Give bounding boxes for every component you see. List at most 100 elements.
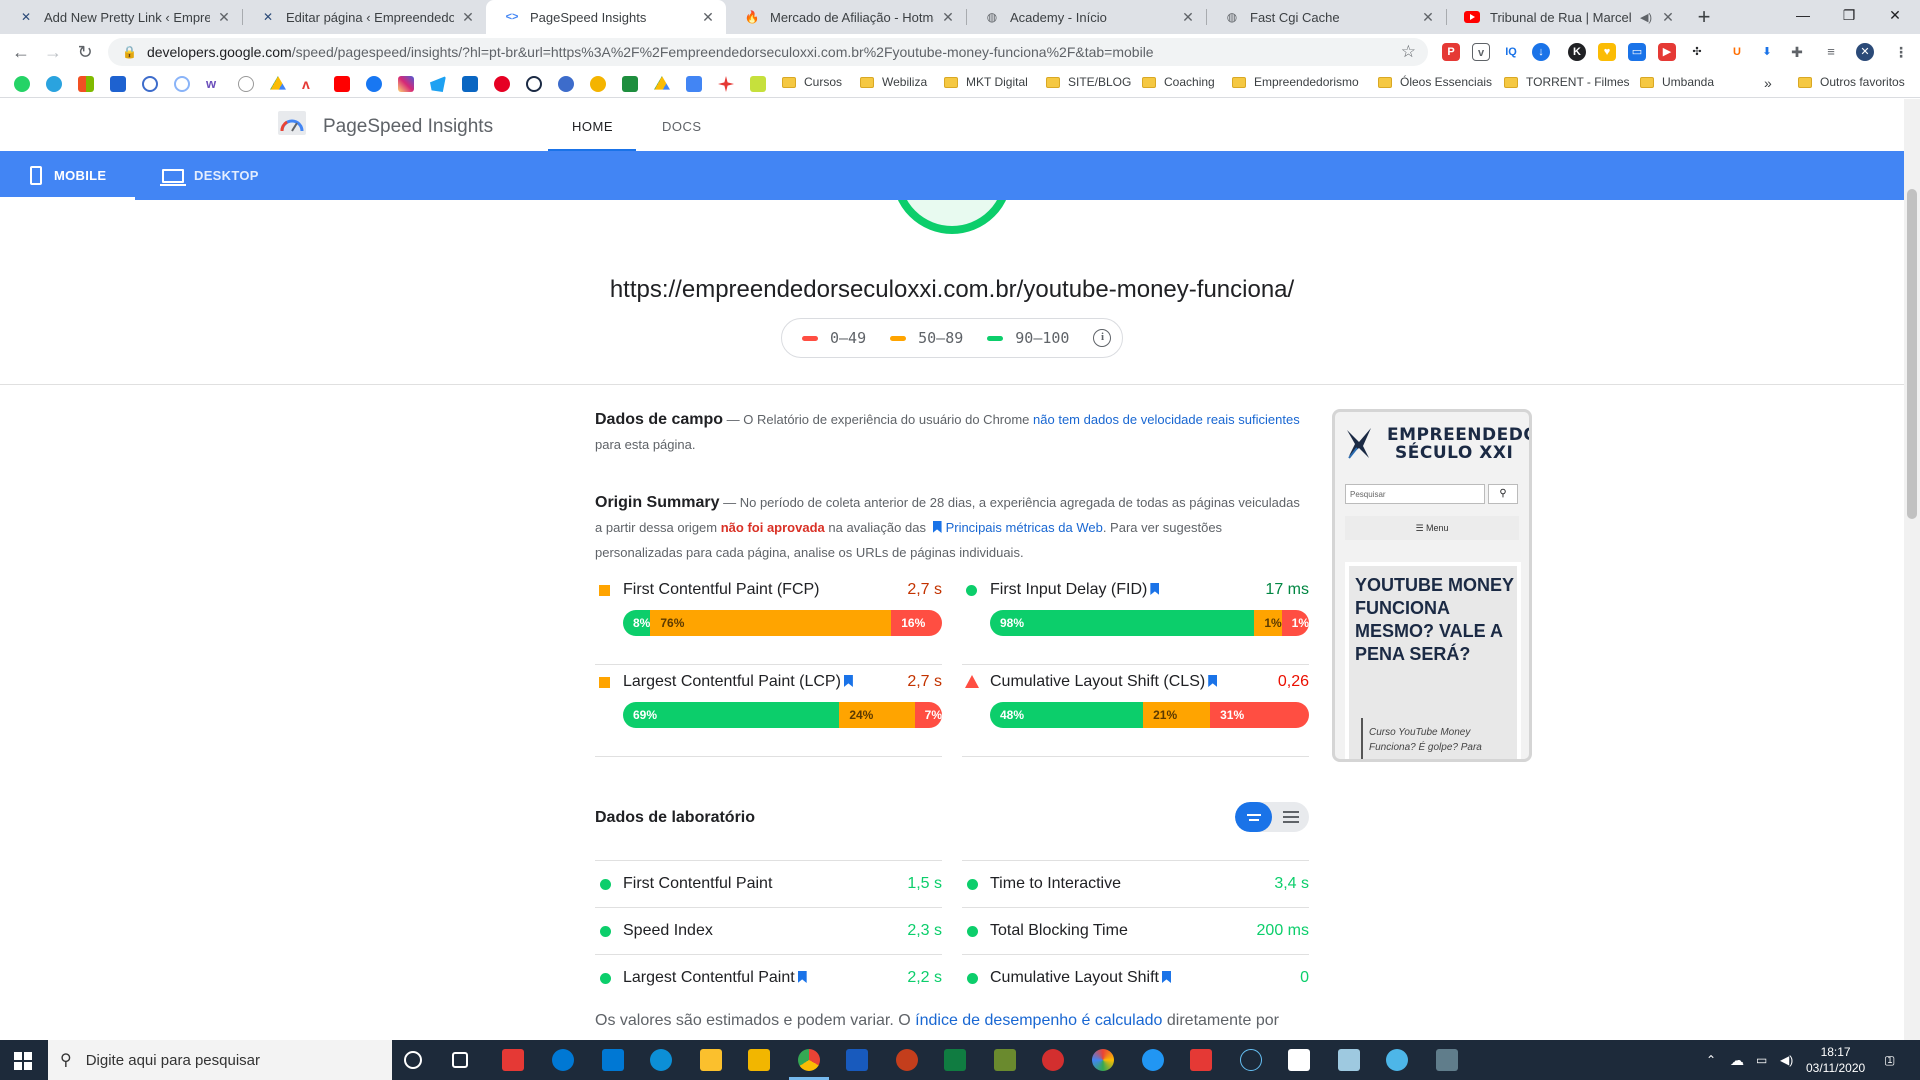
file-explorer-icon[interactable]: [748, 1049, 770, 1071]
nav-home[interactable]: HOME: [572, 119, 613, 134]
pocket-icon[interactable]: v: [1472, 43, 1490, 61]
bookmark-icon[interactable]: [558, 76, 574, 92]
youtube-icon[interactable]: [334, 76, 350, 92]
linkedin-icon[interactable]: [462, 76, 478, 92]
app-icon[interactable]: [1142, 1049, 1164, 1071]
mute-tab-icon[interactable]: ◀): [1638, 11, 1654, 24]
bookmark-folder[interactable]: MKT Digital: [944, 75, 1028, 89]
google-drive-icon[interactable]: [654, 76, 670, 90]
scrollbar-thumb[interactable]: [1907, 189, 1917, 519]
bookmark-icon[interactable]: [718, 76, 734, 92]
microsoft-icon[interactable]: [78, 76, 94, 92]
expanded-view-icon[interactable]: [1272, 802, 1309, 832]
reload-button[interactable]: ↻: [72, 40, 98, 64]
notification-icon[interactable]: ▢ 1: [1884, 1040, 1895, 1080]
browser-tab[interactable]: Tribunal de Rua | Marcelo Fal ◀) ✕: [1446, 0, 1686, 34]
app-icon[interactable]: [994, 1049, 1016, 1071]
task-view-icon[interactable]: [452, 1052, 468, 1068]
twitter-icon[interactable]: [430, 76, 446, 92]
profile-avatar[interactable]: ✕: [1856, 43, 1874, 61]
instagram-icon[interactable]: [398, 76, 414, 92]
bookmark-folder[interactable]: Coaching: [1142, 75, 1215, 89]
bookmark-folder[interactable]: Umbanda: [1640, 75, 1714, 89]
extension-icon[interactable]: U: [1728, 43, 1746, 61]
extension-icon[interactable]: ♥: [1598, 43, 1616, 61]
app-icon[interactable]: [1386, 1049, 1408, 1071]
maximize-button[interactable]: ❐: [1826, 0, 1872, 30]
extension-icon[interactable]: P: [1442, 43, 1460, 61]
compact-view-icon[interactable]: [1235, 802, 1272, 832]
bookmark-icon[interactable]: [526, 76, 542, 92]
facebook-icon[interactable]: [366, 76, 382, 92]
whatsapp-icon[interactable]: [14, 76, 30, 92]
app-icon[interactable]: [1042, 1049, 1064, 1071]
bookmark-folder[interactable]: SITE/BLOG: [1046, 75, 1131, 89]
reading-list-icon[interactable]: ≡: [1822, 43, 1840, 61]
cortana-icon[interactable]: [404, 1051, 422, 1069]
new-tab-button[interactable]: +: [1690, 4, 1718, 30]
close-tab-icon[interactable]: ✕: [1180, 9, 1196, 26]
steam-icon[interactable]: [1240, 1049, 1262, 1071]
extension-icon[interactable]: ▶: [1658, 43, 1676, 61]
extension-icon[interactable]: ⬇: [1758, 43, 1776, 61]
nav-docs[interactable]: DOCS: [662, 119, 702, 134]
bookmark-folder[interactable]: Empreendedorismo: [1232, 75, 1359, 89]
network-icon[interactable]: ▭: [1756, 1040, 1767, 1080]
windows-start-icon[interactable]: [14, 1052, 32, 1070]
address-bar[interactable]: 🔒 developers.google.com/speed/pagespeed/…: [108, 38, 1428, 66]
powerpoint-icon[interactable]: [896, 1049, 918, 1071]
bookmark-icon[interactable]: [174, 76, 190, 92]
browser-tab-active[interactable]: <> PageSpeed Insights ✕: [486, 0, 726, 34]
pinterest-icon[interactable]: [494, 76, 510, 92]
tab-mobile[interactable]: MOBILE: [30, 151, 106, 200]
bookmark-icon[interactable]: [238, 76, 254, 92]
browser-tab[interactable]: ◍ Academy - Início ✕: [966, 0, 1206, 34]
bookmark-icon[interactable]: [110, 76, 126, 92]
other-favorites-folder[interactable]: Outros favoritos: [1798, 75, 1905, 89]
close-tab-icon[interactable]: ✕: [1420, 9, 1436, 26]
chrome-icon[interactable]: [798, 1049, 820, 1071]
translate-icon[interactable]: [686, 76, 702, 92]
onedrive-icon[interactable]: ☁: [1730, 1040, 1744, 1080]
close-window-button[interactable]: ✕: [1872, 0, 1918, 30]
browser-tab[interactable]: ✕ Add New Pretty Link ‹ Empreendedor ✕: [0, 0, 242, 34]
back-button[interactable]: ←: [8, 40, 34, 64]
bookmark-folder[interactable]: Cursos: [782, 75, 842, 89]
volume-icon[interactable]: ◀): [1780, 1040, 1793, 1080]
extensions-puzzle-icon[interactable]: ✚: [1788, 43, 1806, 61]
field-data-link[interactable]: não tem dados de velocidade reais sufici…: [1033, 412, 1300, 427]
browser-tab[interactable]: ✕ Editar página ‹ Empreendedor Sé ✕: [242, 0, 486, 34]
close-tab-icon[interactable]: ✕: [216, 9, 232, 26]
bookmark-folder[interactable]: TORRENT - Filmes: [1504, 75, 1630, 89]
extension-icon[interactable]: ▭: [1628, 43, 1646, 61]
more-bookmarks-button[interactable]: »: [1764, 75, 1772, 91]
word-icon[interactable]: [846, 1049, 868, 1071]
app-icon[interactable]: [502, 1049, 524, 1071]
close-tab-icon[interactable]: ✕: [1660, 9, 1676, 26]
browser-tab[interactable]: 🔥 Mercado de Afiliação - Hotmart ✕: [726, 0, 966, 34]
bookmark-icon[interactable]: [750, 76, 766, 92]
close-tab-icon[interactable]: ✕: [460, 9, 476, 26]
bookmark-icon[interactable]: [590, 76, 606, 92]
excel-icon[interactable]: [944, 1049, 966, 1071]
extension-icon[interactable]: ✣: [1688, 43, 1706, 61]
close-tab-icon[interactable]: ✕: [700, 9, 716, 26]
google-drive-icon[interactable]: [270, 76, 286, 90]
tab-desktop[interactable]: DESKTOP: [160, 151, 259, 200]
chrome-menu-icon[interactable]: ⋮: [1892, 43, 1910, 61]
app-icon[interactable]: [1288, 1049, 1310, 1071]
telegram-icon[interactable]: [46, 76, 62, 92]
info-icon[interactable]: i: [1093, 329, 1112, 347]
extension-icon[interactable]: K: [1568, 43, 1586, 61]
extension-icon[interactable]: ↓: [1532, 43, 1550, 61]
bookmark-folder[interactable]: Webiliza: [860, 75, 927, 89]
core-web-vitals-link[interactable]: Principais métricas da Web: [946, 520, 1103, 535]
score-calculation-link[interactable]: índice de desempenho é calculado: [915, 1012, 1162, 1029]
app-icon[interactable]: [1190, 1049, 1212, 1071]
site-title[interactable]: PageSpeed Insights: [323, 116, 493, 138]
bookmark-icon[interactable]: [622, 76, 638, 92]
minimize-button[interactable]: —: [1780, 0, 1826, 30]
mail-icon[interactable]: [602, 1049, 624, 1071]
app-icon[interactable]: [1338, 1049, 1360, 1071]
bookmark-folder[interactable]: Óleos Essenciais: [1378, 75, 1492, 89]
